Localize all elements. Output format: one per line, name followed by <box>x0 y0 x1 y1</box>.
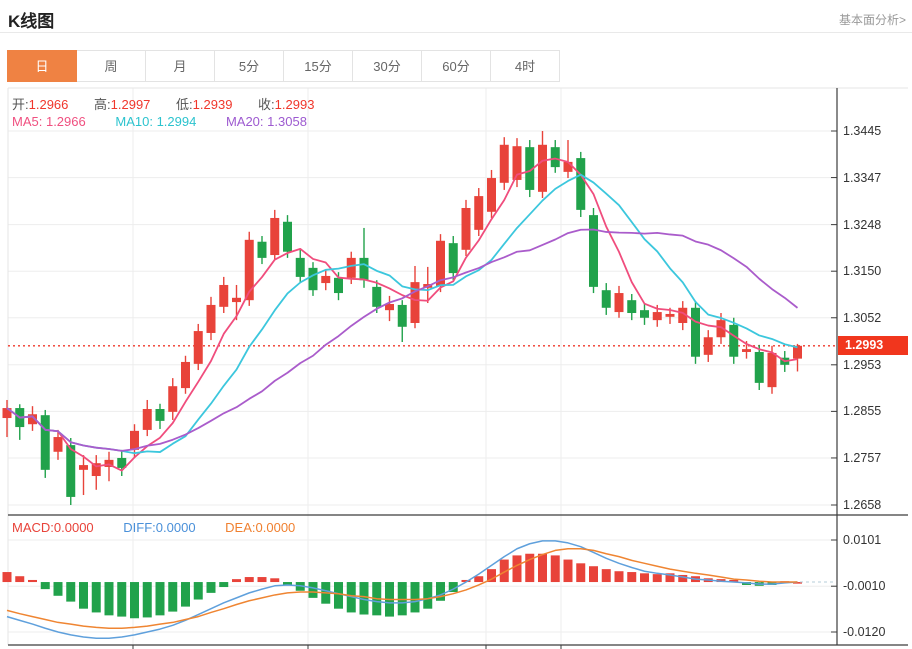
diff-value-legend: DIFF:0.0000 <box>123 520 195 535</box>
current-price-badge: 1.2993 <box>838 336 908 355</box>
ohlc-legend: 开:1.2966 高:1.2997 低:1.2939 收:1.2993 <box>12 94 336 113</box>
macd-value-legend: MACD:0.0000 <box>12 520 94 535</box>
price-axis-label: 1.3445 <box>843 124 907 138</box>
price-axis-label: 1.3347 <box>843 171 907 185</box>
kline-page: K线图 基本面分析> 日 周 月 5分 15分 30分 60分 4时 开:1.2… <box>0 0 912 649</box>
high-value: 1.2997 <box>111 97 151 112</box>
dea-value-legend: DEA:0.0000 <box>225 520 295 535</box>
open-value: 1.2966 <box>29 97 69 112</box>
low-value: 1.2939 <box>193 97 233 112</box>
high-label: 高: <box>94 97 111 112</box>
ma5-legend: MA5: 1.2966 <box>12 114 86 129</box>
low-label: 低: <box>176 97 193 112</box>
macd-legend: MACD:0.0000 DIFF:0.0000 DEA:0.0000 <box>12 520 321 535</box>
ma-legend: MA5: 1.2966 MA10: 1.2994 MA20: 1.3058 <box>12 114 333 129</box>
price-axis-label: 1.3052 <box>843 311 907 325</box>
price-axis-label: 1.3150 <box>843 264 907 278</box>
price-axis-label: 1.2953 <box>843 358 907 372</box>
close-label: 收: <box>258 97 275 112</box>
close-value: 1.2993 <box>275 97 315 112</box>
price-axis-label: 1.2757 <box>843 451 907 465</box>
ma20-legend: MA20: 1.3058 <box>226 114 307 129</box>
macd-axis-label: -0.0120 <box>843 625 907 639</box>
price-axis-label: 1.3248 <box>843 218 907 232</box>
ma10-legend: MA10: 1.2994 <box>115 114 196 129</box>
price-axis-label: 1.2658 <box>843 498 907 512</box>
open-label: 开: <box>12 97 29 112</box>
price-axis-label: 1.2855 <box>843 404 907 418</box>
macd-axis-label: 0.0101 <box>843 533 907 547</box>
tab-day[interactable]: 日 <box>7 50 77 82</box>
macd-axis-label: -0.0010 <box>843 579 907 593</box>
